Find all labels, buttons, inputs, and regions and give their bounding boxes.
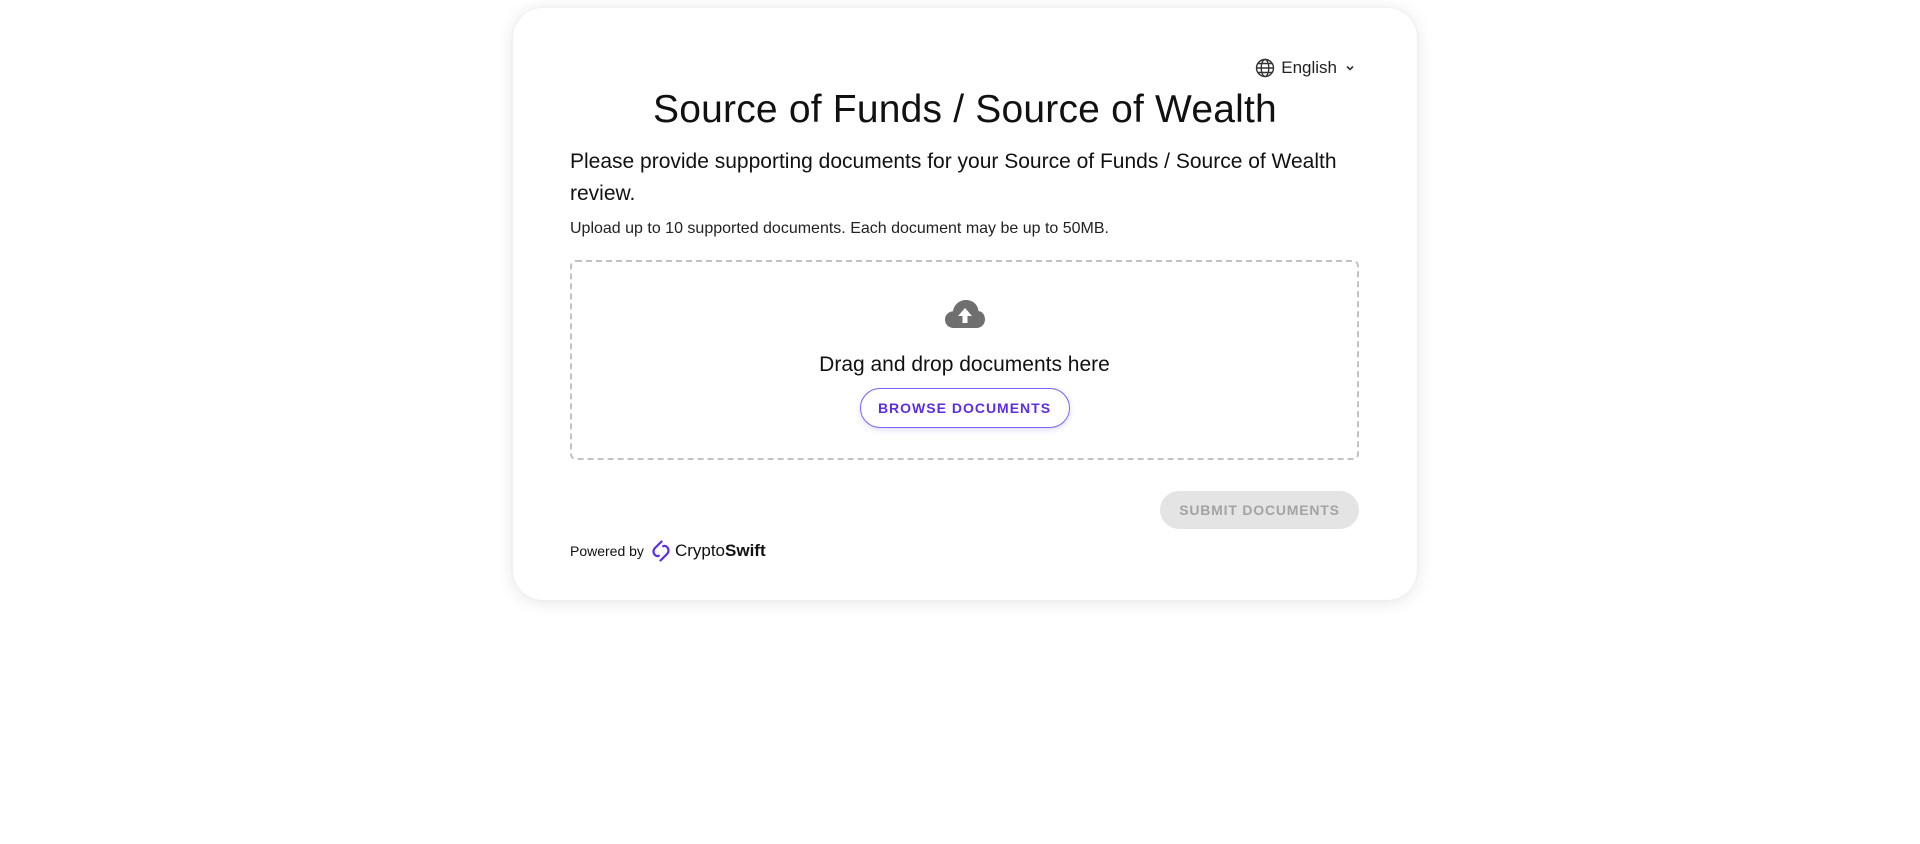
browse-documents-button[interactable]: BROWSE DOCUMENTS (859, 388, 1070, 428)
upload-card: English Source of Funds / Source of Weal… (513, 8, 1417, 600)
submit-documents-button[interactable]: SUBMIT DOCUMENTS (1160, 491, 1359, 529)
document-dropzone[interactable]: Drag and drop documents here BROWSE DOCU… (570, 260, 1359, 460)
chevron-down-icon (1343, 61, 1357, 75)
language-selector[interactable]: English (1255, 58, 1357, 78)
upload-hint: Upload up to 10 supported documents. Eac… (570, 220, 1109, 237)
powered-by: Powered by Crypto Swift (570, 540, 766, 562)
page-description: Please provide supporting documents for … (570, 150, 1337, 205)
powered-by-label: Powered by (570, 543, 644, 559)
page-title: Source of Funds / Source of Wealth (653, 88, 1277, 131)
cryptoswift-logo: Crypto Swift (651, 540, 766, 562)
brand-name-crypto: Crypto (674, 541, 726, 560)
cloud-upload-icon (944, 298, 986, 335)
language-label: English (1281, 58, 1337, 77)
dropzone-text: Drag and drop documents here (819, 353, 1110, 376)
brand-name-swift: Swift (725, 541, 766, 560)
globe-icon (1255, 58, 1275, 78)
